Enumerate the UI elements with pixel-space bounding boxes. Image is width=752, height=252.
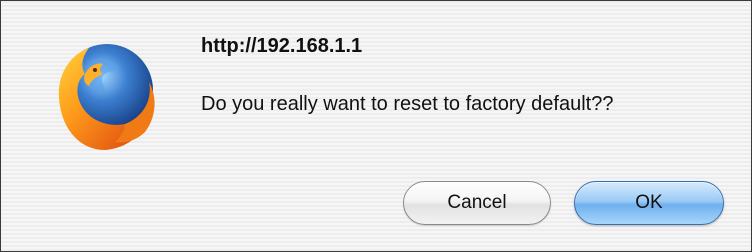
- cancel-button-label: Cancel: [447, 192, 507, 213]
- dialog-message: Do you really want to reset to factory d…: [201, 93, 614, 115]
- dialog-title: http://192.168.1.1: [201, 35, 363, 57]
- cancel-button[interactable]: Cancel: [403, 181, 551, 225]
- firefox-logo-icon: [45, 38, 163, 156]
- ok-button-label: OK: [635, 192, 663, 213]
- ok-button[interactable]: OK: [574, 181, 724, 225]
- alert-dialog: http://192.168.1.1 Do you really want to…: [0, 0, 752, 252]
